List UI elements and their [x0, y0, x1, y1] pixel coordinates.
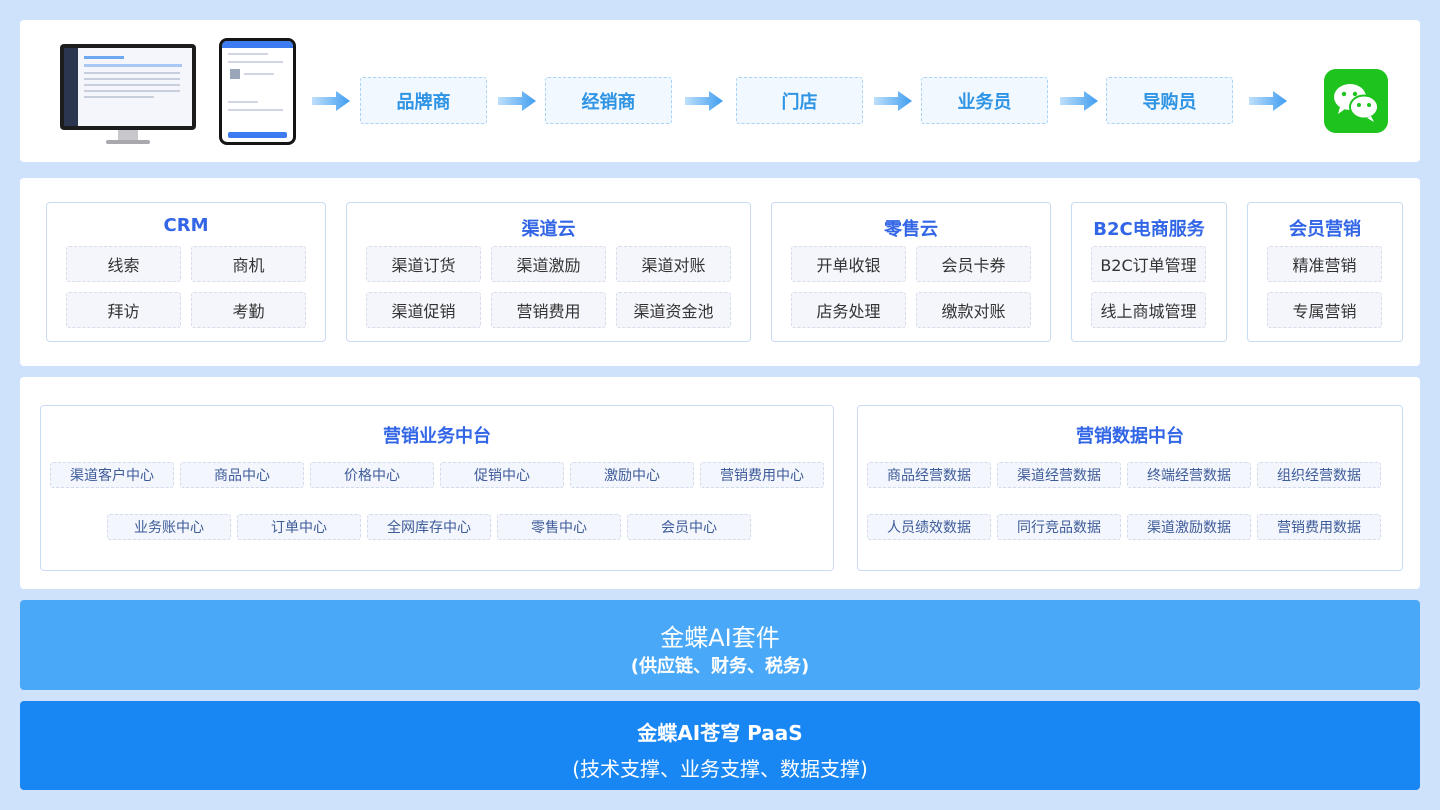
- platform-item: 价格中心: [310, 462, 434, 488]
- platform-item: 渠道客户中心: [50, 462, 174, 488]
- mobile-phone-icon: [219, 38, 296, 145]
- platform-item: 零售中心: [497, 514, 621, 540]
- app-item: 考勤: [191, 292, 306, 328]
- app-item: 商机: [191, 246, 306, 282]
- flow-node-store: 门店: [736, 77, 863, 124]
- app-item: 渠道订货: [366, 246, 481, 282]
- app-item: 会员卡券: [916, 246, 1031, 282]
- platform-item: 渠道激励数据: [1127, 514, 1251, 540]
- app-card-channel-cloud: 渠道云 渠道订货 渠道激励 渠道对账 渠道促销 营销费用 渠道资金池: [346, 202, 751, 342]
- app-item: 渠道激励: [491, 246, 606, 282]
- flow-arrow-icon: [1060, 91, 1098, 111]
- paas-title: 金蝶AI苍穹 PaaS: [637, 721, 803, 745]
- paas-layer: 金蝶AI苍穹 PaaS (技术支撑、业务支撑、数据支撑): [20, 701, 1420, 790]
- app-card-b2c: B2C电商服务 B2C订单管理 线上商城管理: [1071, 202, 1227, 342]
- card-title: 会员营销: [1289, 219, 1361, 240]
- platform-item: 同行竞品数据: [997, 514, 1121, 540]
- platform-item: 订单中心: [237, 514, 361, 540]
- app-item: 店务处理: [791, 292, 906, 328]
- platform-item: 渠道经营数据: [997, 462, 1121, 488]
- app-item: 渠道资金池: [616, 292, 731, 328]
- platform-item: 会员中心: [627, 514, 751, 540]
- flow-node-brand: 品牌商: [360, 77, 487, 124]
- app-item: 拜访: [66, 292, 181, 328]
- platform-item: 组织经营数据: [1257, 462, 1381, 488]
- ai-suite-subtitle: (供应链、财务、税务): [630, 656, 810, 677]
- app-card-member-marketing: 会员营销 精准营销 专属营销: [1247, 202, 1403, 342]
- app-item: B2C订单管理: [1091, 246, 1206, 282]
- ai-suite-title: 金蝶AI套件: [660, 624, 780, 652]
- flow-arrow-icon: [874, 91, 912, 111]
- app-item: 开单收银: [791, 246, 906, 282]
- card-title: 营销业务中台: [383, 426, 491, 447]
- app-item: 精准营销: [1267, 246, 1382, 282]
- business-platform-card: 营销业务中台 渠道客户中心 商品中心 价格中心 促销中心 激励中心 营销费用中心…: [40, 405, 834, 571]
- platform-item: 商品经营数据: [867, 462, 991, 488]
- app-item: 专属营销: [1267, 292, 1382, 328]
- card-title: 营销数据中台: [1076, 426, 1184, 447]
- app-item: 渠道促销: [366, 292, 481, 328]
- applications-panel: CRM 线索 商机 拜访 考勤 渠道云 渠道订货 渠道激励 渠道对账 渠道促销 …: [20, 178, 1420, 366]
- app-item: 线上商城管理: [1091, 292, 1206, 328]
- card-title: 渠道云: [521, 219, 576, 240]
- card-title: B2C电商服务: [1093, 219, 1205, 240]
- flow-arrow-icon: [312, 91, 350, 111]
- card-title: CRM: [163, 215, 209, 236]
- platform-item: 激励中心: [570, 462, 694, 488]
- app-item: 渠道对账: [616, 246, 731, 282]
- platform-item: 终端经营数据: [1127, 462, 1251, 488]
- platform-item: 人员绩效数据: [867, 514, 991, 540]
- flow-arrow-icon: [498, 91, 536, 111]
- ai-suite-layer: 金蝶AI套件 (供应链、财务、税务): [20, 600, 1420, 690]
- wechat-icon: [1324, 69, 1388, 133]
- app-card-crm: CRM 线索 商机 拜访 考勤: [46, 202, 326, 342]
- app-item: 缴款对账: [916, 292, 1031, 328]
- platform-item: 促销中心: [440, 462, 564, 488]
- middle-platform-panel: 营销业务中台 渠道客户中心 商品中心 价格中心 促销中心 激励中心 营销费用中心…: [20, 377, 1420, 589]
- flow-node-shopping-guide: 导购员: [1106, 77, 1233, 124]
- platform-item: 业务账中心: [107, 514, 231, 540]
- data-platform-card: 营销数据中台 商品经营数据 渠道经营数据 终端经营数据 组织经营数据 人员绩效数…: [857, 405, 1403, 571]
- card-title: 零售云: [884, 219, 938, 240]
- paas-subtitle: (技术支撑、业务支撑、数据支撑): [572, 757, 868, 781]
- flow-node-salesman: 业务员: [921, 77, 1048, 124]
- app-card-retail-cloud: 零售云 开单收银 会员卡券 店务处理 缴款对账: [771, 202, 1051, 342]
- app-item: 营销费用: [491, 292, 606, 328]
- desktop-monitor-icon: [60, 44, 196, 144]
- platform-item: 营销费用数据: [1257, 514, 1381, 540]
- platform-item: 全网库存中心: [367, 514, 491, 540]
- flow-node-distributor: 经销商: [545, 77, 672, 124]
- flow-arrow-icon: [685, 91, 723, 111]
- app-item: 线索: [66, 246, 181, 282]
- platform-item: 商品中心: [180, 462, 304, 488]
- platform-item: 营销费用中心: [700, 462, 824, 488]
- channel-flow-panel: 品牌商 经销商 门店 业务员 导购员: [20, 20, 1420, 162]
- flow-arrow-icon: [1249, 91, 1287, 111]
